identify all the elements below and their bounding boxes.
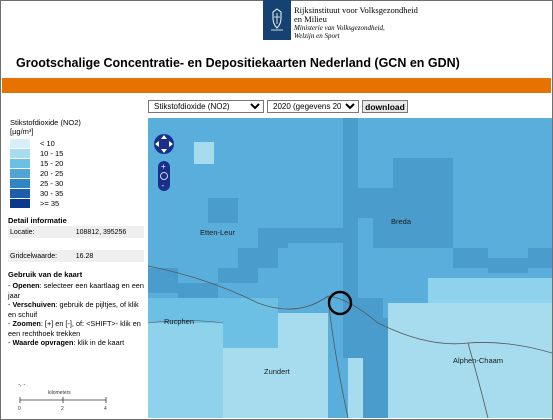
year-select[interactable]: 2020 (gegevens 2020) [267, 100, 359, 113]
legend-label: 20 - 25 [40, 168, 64, 178]
org-line-2: en Milieu [294, 14, 327, 24]
location-value: 108812, 395256 [75, 228, 127, 236]
help-value-text: : klik in de kaart [73, 338, 125, 347]
help-move-bold: Verschuiven [12, 300, 56, 309]
zoom-control[interactable]: + - [158, 161, 170, 191]
pan-control[interactable] [154, 134, 174, 154]
left-panel: Stikstofdioxide (NO2) [µg/m³] < 10 10 - 1… [2, 114, 148, 419]
location-label: Locatie: [10, 228, 35, 236]
legend-item: 10 - 15 [10, 148, 63, 158]
legend-item: 15 - 20 [10, 158, 63, 168]
legend-swatch [10, 178, 30, 188]
download-button[interactable]: download [362, 100, 408, 113]
help-zoom-mid: : [+] en [-], of: <SHIFT>- [40, 319, 119, 328]
legend-item: 20 - 25 [10, 168, 63, 178]
detail-row-spacer [8, 238, 144, 250]
detail-table: Locatie: 108812, 395256 Gridcelwaarde: 1… [8, 226, 144, 262]
gridcell-value: 16.28 [75, 252, 94, 260]
svg-text:+: + [161, 162, 166, 171]
help-open: - Openen: selecteer een kaartlaag en een… [8, 281, 144, 300]
detail-row-location: Locatie: 108812, 395256 [8, 226, 144, 238]
legend-label: 10 - 15 [40, 148, 64, 158]
page-title: Grootschalige Concentratie- en Depositie… [16, 56, 460, 70]
scale-bar: -, - kilometers 0 2 4 [16, 378, 116, 418]
legend-item: 25 - 30 [10, 178, 63, 188]
help-heading: Gebruik van de kaart [8, 270, 83, 279]
map-canvas[interactable]: + - [148, 118, 552, 418]
organization-name: Rijksinstituut voor Volksgezondheid en M… [294, 6, 418, 41]
map-controls: Stikstofdioxide (NO2) 2020 (gegevens 202… [148, 100, 408, 114]
legend-label: 15 - 20 [40, 158, 64, 168]
place-alphen-chaam: Alphen-Chaam [453, 356, 504, 365]
legend-swatch [10, 168, 30, 178]
help-text: - Openen: selecteer een kaartlaag en een… [8, 281, 144, 348]
svg-text:-, -: -, - [18, 382, 25, 388]
place-zundert: Zundert [264, 367, 290, 376]
rijksoverheid-logo [263, 0, 291, 40]
legend-title: Stikstofdioxide (NO2) [µg/m³] [10, 118, 81, 136]
help-value-bold: Waarde opvragen [12, 338, 74, 347]
legend-item: 30 - 35 [10, 188, 63, 198]
legend-label: < 10 [40, 138, 55, 148]
legend-label: 25 - 30 [40, 178, 64, 188]
help-move: - Verschuiven: gebruik de pijltjes, of k… [8, 300, 139, 319]
legend-item: >= 35 [10, 198, 63, 208]
orange-bar [2, 78, 551, 93]
help-zoom: - Zoomen: [+] en [-], of: <SHIFT>- klik … [8, 319, 141, 338]
legend-label: >= 35 [40, 198, 60, 208]
legend: < 10 10 - 15 15 - 20 20 - 25 25 - 30 30 - 35 >… [10, 138, 63, 208]
org-line-4: Welzijn en Sport [294, 32, 340, 40]
place-rucphen: Rucphen [164, 317, 195, 326]
legend-swatch [10, 188, 30, 198]
legend-swatch [10, 138, 30, 148]
legend-swatch [10, 198, 30, 208]
place-breda: Breda [391, 217, 412, 226]
help-open-bold: Openen [12, 281, 40, 290]
place-etten-leur: Etten-Leur [200, 228, 236, 237]
gridcell-label: Gridcelwaarde: [10, 252, 58, 260]
legend-label: 30 - 35 [40, 188, 64, 198]
help-value: - Waarde opvragen: klik in de kaart [8, 338, 125, 347]
legend-item: < 10 [10, 138, 63, 148]
legend-title-line-1: Stikstofdioxide (NO2) [10, 118, 81, 127]
scale-tick-0: 0 [18, 406, 21, 412]
legend-swatch [10, 158, 30, 168]
org-line-3: Ministerie van Volksgezondheid, [294, 24, 385, 32]
scale-unit: kilometers [48, 390, 71, 396]
scale-tick-2: 2 [61, 406, 64, 412]
component-select[interactable]: Stikstofdioxide (NO2) [148, 100, 264, 113]
legend-title-line-2: [µg/m³] [10, 127, 34, 136]
legend-swatch [10, 148, 30, 158]
detail-heading: Detail informatie [8, 216, 67, 225]
help-zoom-bold: Zoomen [12, 319, 41, 328]
svg-text:-: - [162, 181, 165, 190]
scale-tick-4: 4 [104, 406, 107, 412]
detail-row-gridcell: Gridcelwaarde: 16.28 [8, 250, 144, 262]
concentration-map[interactable]: + - Etten-Leur Breda Rucphen Zundert Alp… [148, 118, 552, 418]
